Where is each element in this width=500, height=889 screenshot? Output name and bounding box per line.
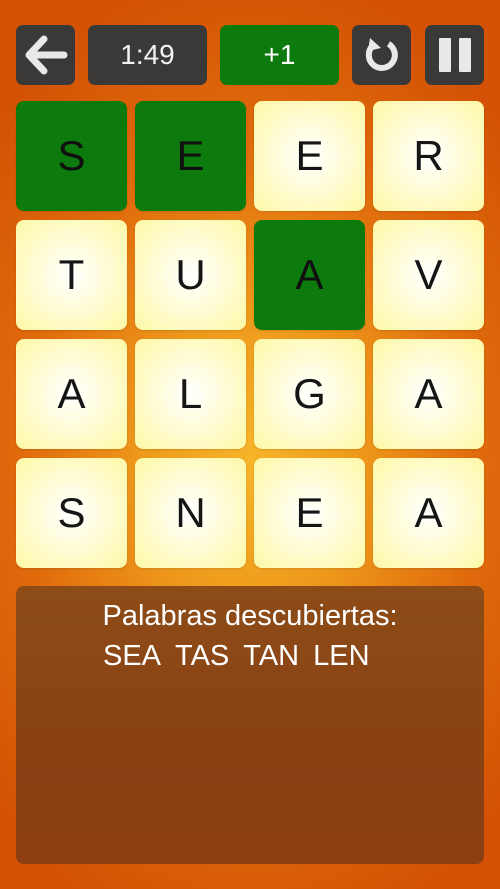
timer-display: 1:49 bbox=[88, 25, 207, 85]
letter-tile[interactable]: A bbox=[373, 458, 484, 568]
pause-icon bbox=[438, 38, 471, 72]
letter-tile[interactable]: L bbox=[135, 339, 246, 449]
score-bonus-badge: +1 bbox=[220, 25, 339, 85]
pause-button[interactable] bbox=[425, 25, 484, 85]
discovered-word: TAN bbox=[243, 640, 300, 672]
discovered-words-list: SEA TAS TAN LEN bbox=[103, 640, 370, 673]
letter-tile[interactable]: E bbox=[135, 101, 246, 211]
letter-tile[interactable]: S bbox=[16, 458, 127, 568]
letter-tile[interactable]: U bbox=[135, 220, 246, 330]
discovered-words-title: Palabras descubiertas: bbox=[102, 600, 398, 632]
letter-tile[interactable]: A bbox=[373, 339, 484, 449]
top-toolbar: 1:49 +1 bbox=[16, 25, 484, 85]
letter-tile[interactable]: E bbox=[254, 101, 365, 211]
discovered-word: LEN bbox=[313, 640, 370, 672]
letter-tile[interactable]: N bbox=[135, 458, 246, 568]
restart-button[interactable] bbox=[352, 25, 411, 85]
discovered-word: TAS bbox=[175, 640, 230, 672]
letter-tile[interactable]: S bbox=[16, 101, 127, 211]
discovered-words-panel: Palabras descubiertas: SEA TAS TAN LEN bbox=[16, 586, 484, 864]
discovered-word: SEA bbox=[103, 640, 162, 672]
letter-tile[interactable]: G bbox=[254, 339, 365, 449]
letter-tile[interactable]: R bbox=[373, 101, 484, 211]
arrow-left-icon bbox=[25, 35, 67, 75]
letter-tile[interactable]: A bbox=[16, 339, 127, 449]
back-button[interactable] bbox=[16, 25, 75, 85]
letter-tile[interactable]: V bbox=[373, 220, 484, 330]
letter-tile[interactable]: A bbox=[254, 220, 365, 330]
letter-tile[interactable]: T bbox=[16, 220, 127, 330]
letter-tile[interactable]: E bbox=[254, 458, 365, 568]
letter-grid: S E E R T U A V A L G A S N E A bbox=[16, 101, 484, 571]
restart-icon bbox=[365, 38, 398, 71]
